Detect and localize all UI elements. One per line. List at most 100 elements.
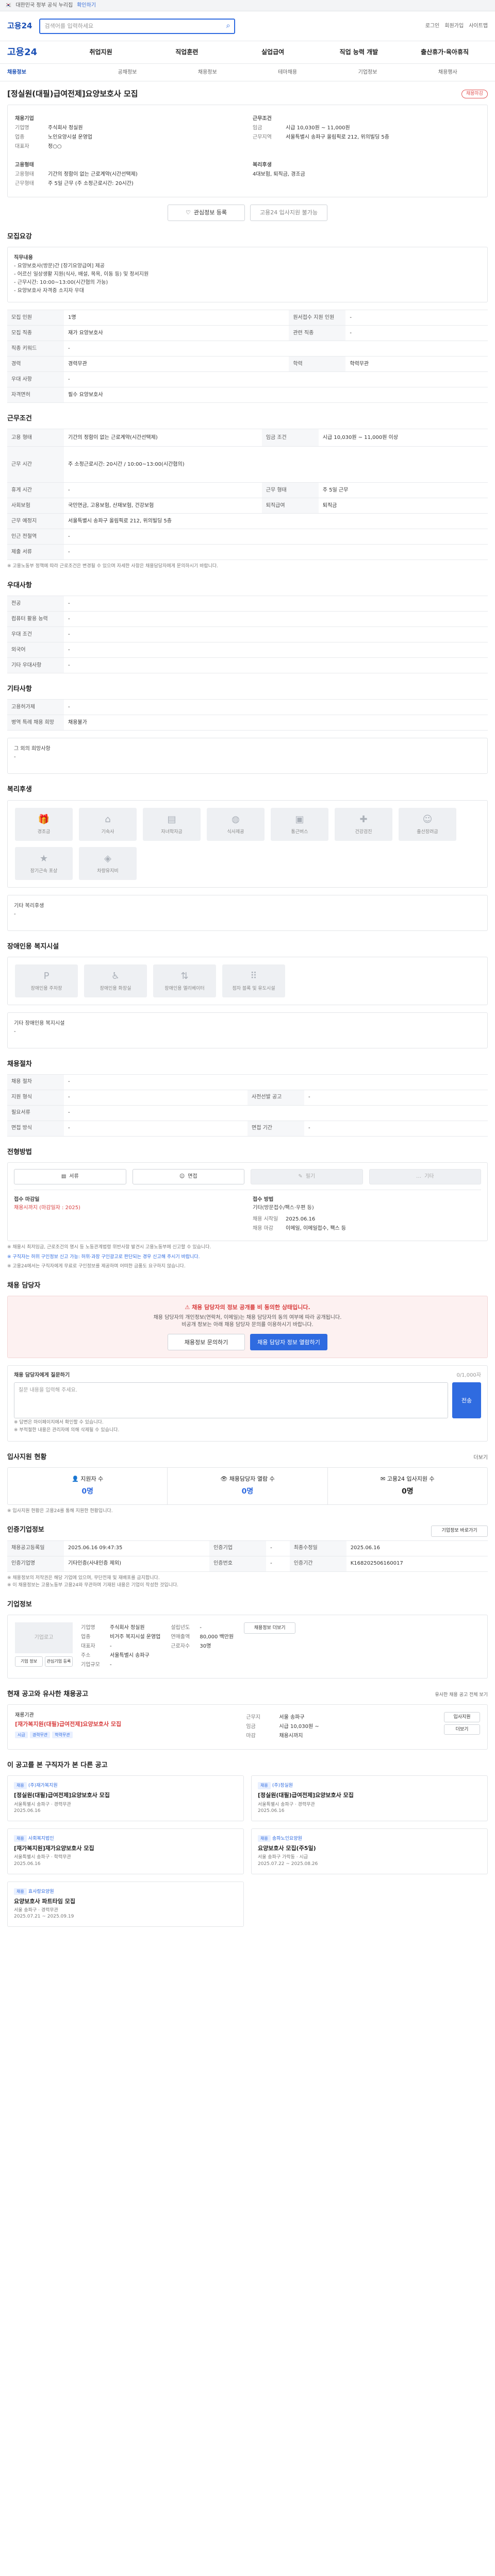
welfare-box: 🎁 경조금 ⌂ 기숙사 ▤ 자녀학자금 ◍ 식사제공 ▣ 통근버스 ✚ 건강검진 ☺ 출산장려… <box>7 800 488 888</box>
table-key: 면접 방식 <box>7 1120 64 1137</box>
subnav-item[interactable]: 채용행사 <box>408 69 488 76</box>
table-key: 퇴직급여 <box>261 498 319 514</box>
sitemap-link[interactable]: 사이트맵 <box>469 23 488 30</box>
similar-more-button[interactable]: 더보기 <box>444 1724 480 1735</box>
gnb-item[interactable]: 출산휴가·육아휴직 <box>402 48 488 57</box>
search-input[interactable]: 검색어를 입력하세요 ⌕ <box>39 18 236 34</box>
related-job-card[interactable]: 채용 효사랑요양원 요양보호사 파트타임 모집 서울 송파구 · 경력무관 20… <box>7 1881 244 1927</box>
table-key: 지원 형식 <box>7 1089 64 1106</box>
subnav-item[interactable]: 기업정보 <box>327 69 407 76</box>
stats-more-link[interactable]: 더보기 <box>473 1454 488 1462</box>
subnav-current[interactable]: 채용정보 <box>7 69 87 76</box>
kv-key: 근무형태 <box>15 181 34 187</box>
inquiry-button[interactable]: 채용정보 문의하기 <box>168 1334 245 1351</box>
prefer-table: 전공 - 컴퓨터 활용 능력 - 우대 조건 - 외국어 - 기타 우대사항 - <box>7 596 488 674</box>
related-job-card[interactable]: 채용 (주)정실원 [정실원(대필)급여전제]요양보호사 모집 서울특별시 송파… <box>251 1775 488 1821</box>
subnav-item[interactable]: 채용정보 <box>168 69 248 76</box>
gnb-home[interactable]: 고용24 <box>7 46 37 59</box>
kv-key: 주소 <box>81 1652 91 1658</box>
kv-key: 마감 <box>246 1733 256 1739</box>
similar-job-card[interactable]: 재롱기관 [재가복지원(대필)급여전제]요양보호사 모집 시급 경력무관 학력무… <box>7 1704 488 1750</box>
table-value: - <box>64 657 488 674</box>
related-job-card[interactable]: 채용 사회복지법인 [재가복지원]재가요양보호사 모집 서울특별시 송파구 · … <box>7 1828 244 1874</box>
kv-value: - <box>200 1624 202 1631</box>
gov-notice-text: 대한민국 정부 공식 누리집 <box>15 2 73 8</box>
gnb-item[interactable]: 직업 능력 개발 <box>316 48 402 57</box>
extra-title: 기타사항 <box>7 685 32 693</box>
card-title[interactable]: [재가복지원]재가요양보호사 모집 <box>14 1844 237 1852</box>
apply-button[interactable]: 고용24 입사지원 불가능 <box>250 205 327 221</box>
contact-banner-p1: 채용 담당자의 개인정보(연락처, 이메일)는 채용 담당자의 동의 여부에 따… <box>153 1315 342 1321</box>
company-info-button[interactable]: 기업 정보 <box>15 1656 43 1667</box>
workcond-title: 근무조건 <box>7 415 32 423</box>
info-note: ※ 채용정보의 저작권은 해당 기업에 있으며, 무단전재 및 재배포를 금지합… <box>7 1575 160 1581</box>
signup-link[interactable]: 회원가입 <box>444 23 464 30</box>
subnav-item[interactable]: 테마채용 <box>248 69 327 76</box>
similar-more-link[interactable]: 유사한 채용 공고 전체 보기 <box>435 1692 488 1699</box>
step-other: … 기타 <box>369 1169 481 1185</box>
table-value: - <box>266 1540 290 1556</box>
card-title[interactable]: [정실원(대필)급여전제]요양보호사 모집 <box>258 1791 481 1799</box>
prefer-title: 우대사항 <box>7 581 32 589</box>
similar-job-title[interactable]: [재가복지원(대필)급여전제]요양보호사 모집 <box>15 1720 121 1728</box>
card-label: 채용 <box>14 1782 27 1789</box>
card-company: 사회복지법인 <box>28 1836 54 1841</box>
card-title[interactable]: 요양보호사 모집(주5일) <box>258 1844 481 1852</box>
applyway-note: ※ 채용시 최저임금, 근로조건의 명시 등 노동관계법령 위반사항 발견시 고… <box>7 1245 211 1250</box>
global-nav: 고용24 취업지원 직업훈련 실업급여 직업 능력 개발 출산휴가·육아휴직 <box>0 41 495 64</box>
table-key: 근무 형태 <box>261 482 319 499</box>
gnb-item[interactable]: 실업급여 <box>230 48 316 57</box>
disability-other-label: 기타 장애인용 복지시설 <box>14 1020 65 1026</box>
info-more-button[interactable]: 기업정보 바로가기 <box>431 1525 488 1537</box>
login-link[interactable]: 로그인 <box>425 23 440 30</box>
view-contact-button[interactable]: 채용 담당자 정보 열람하기 <box>250 1334 327 1351</box>
disability-label: 장애인용 주차장 <box>30 986 62 992</box>
braille-icon: ⠿ <box>250 970 257 981</box>
card-company: 송파노인요양원 <box>272 1836 302 1841</box>
gnb-item[interactable]: 직업훈련 <box>144 48 230 57</box>
gift-icon: 🎁 <box>38 814 50 825</box>
save-job-button[interactable]: ♡ 관심정보 등록 <box>168 205 245 221</box>
info-note: ※ 이 채용정보는 고용노동부 고용24와 무관하며 기재된 내용은 기업이 작… <box>7 1583 178 1588</box>
card-company: (주)정실원 <box>272 1783 293 1789</box>
card-title[interactable]: [정실원(대필)급여전제]요양보호사 모집 <box>14 1791 237 1799</box>
contact-banner-heading: ⚠ 채용 담당자의 정보 공개를 비 동의한 상태입니다. <box>15 1303 480 1311</box>
table-key: 근무 시간 <box>7 446 64 483</box>
send-button[interactable]: 전송 <box>452 1382 481 1419</box>
table-key: 우대 사항 <box>7 371 64 388</box>
company-heading: 채용기업 <box>15 116 34 122</box>
table-key: 임금 조건 <box>261 429 319 447</box>
card-label: 채용 <box>14 1888 27 1895</box>
kv-value: - <box>110 1643 112 1649</box>
parking-icon: P <box>43 970 50 981</box>
follow-company-button[interactable]: 관심기업 등록 <box>45 1656 73 1667</box>
subnav-item[interactable]: 공채정보 <box>87 69 167 76</box>
kv-key: 근무지역 <box>253 134 272 140</box>
related-job-card[interactable]: 채용 (주)재가복지원 [정실원(대필)급여전제]요양보호사 모집 서울특별시 … <box>7 1775 244 1821</box>
info-title: 인증기업정보 <box>7 1526 44 1534</box>
applyway-note: ※ 구직자는 허위 구인정보 신고 가능: 허위·과장 구인광고로 판단되는 경… <box>7 1254 200 1260</box>
related-job-card[interactable]: 채용 송파노인요양원 요양보호사 모집(주5일) 서울 송파구 가락동 · 시급… <box>251 1828 488 1874</box>
workcond-table: 고용 형태 기간의 정함이 없는 근로계약(시간선택제) 임금 조건 시급 10,03… <box>7 429 488 561</box>
award-icon: ★ <box>39 853 48 864</box>
more-jobs-button[interactable]: 채용정보 더보기 <box>244 1622 296 1634</box>
related-title: 이 공고를 본 구직자가 본 다른 공고 <box>7 1761 108 1770</box>
search-icon[interactable]: ⌕ <box>226 21 230 31</box>
card-date: 2025.06.16 <box>14 1808 41 1814</box>
site-logo[interactable]: 고용24 <box>7 21 32 31</box>
kv-value: 기간의 정함이 없는 근로계약(시간선택제) <box>48 172 138 177</box>
car-icon: ◈ <box>104 853 111 864</box>
gnb-item[interactable]: 취업지원 <box>58 48 144 57</box>
similar-apply-button[interactable]: 입사지원 <box>444 1712 480 1723</box>
stat-item: ✉ 고용24 입사지원 수 0명 <box>327 1467 487 1504</box>
table-value: 국민연금, 고용보험, 산재보험, 건강보험 <box>64 498 262 514</box>
company-title: 기업정보 <box>7 1600 32 1608</box>
job-chip: 경력무관 <box>29 1731 51 1738</box>
table-value: 기타인증(사내인증 제외) <box>64 1555 210 1572</box>
stat-label: 고용24 입사지원 수 <box>387 1475 435 1482</box>
inquiry-textarea[interactable]: 질문 내용을 입력해 주세요. <box>14 1382 448 1419</box>
card-meta: 서울특별시 송파구 · 학력무관 <box>14 1855 71 1860</box>
table-value: 기간의 정함이 없는 근로계약(시간선택제) <box>64 429 262 447</box>
card-title[interactable]: 요양보호사 파트타임 모집 <box>14 1897 237 1905</box>
gov-notice-link[interactable]: 확인하기 <box>77 2 96 9</box>
